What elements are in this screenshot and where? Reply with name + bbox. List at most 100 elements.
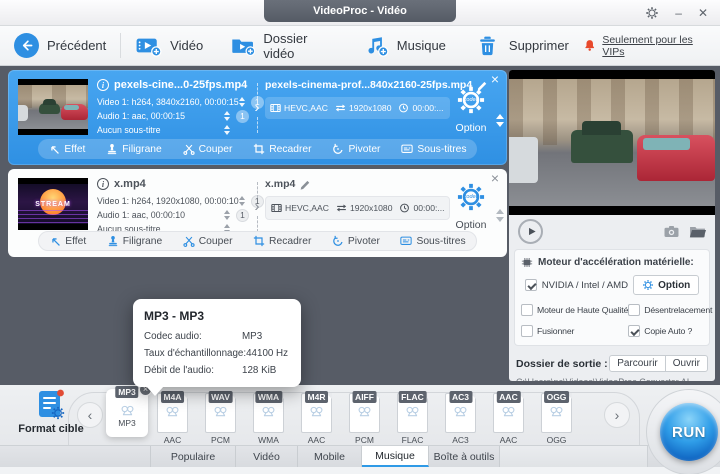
audio-track-stepper[interactable] xyxy=(224,111,230,121)
merge-checkbox[interactable] xyxy=(521,325,533,337)
rename-pencil-icon[interactable] xyxy=(300,179,311,190)
reel-icon xyxy=(405,406,420,417)
watermark-button[interactable]: Filigrane xyxy=(107,235,162,247)
format-card-m4a[interactable]: M4A AAC xyxy=(157,391,188,445)
rotate-icon xyxy=(332,235,344,247)
open-folder-icon[interactable] xyxy=(689,225,706,238)
tab-musique[interactable]: Musique xyxy=(362,446,429,467)
format-card-ac3[interactable]: AC3 AC3 xyxy=(445,391,476,445)
crop-button[interactable]: Recadrer xyxy=(253,143,312,155)
auto-copy-checkbox[interactable] xyxy=(628,325,641,337)
play-button[interactable] xyxy=(518,218,543,244)
browse-button[interactable]: Parcourir xyxy=(609,355,666,372)
effect-button[interactable]: Effet xyxy=(48,143,85,155)
rotate-icon xyxy=(332,143,344,155)
vip-link[interactable]: Seulement pour les VIPs xyxy=(583,34,720,58)
reorder-arrows[interactable] xyxy=(496,114,504,127)
reorder-arrows[interactable] xyxy=(496,209,504,222)
scissors-icon xyxy=(183,235,195,247)
tab-boite-a-outils[interactable]: Boîte à outils xyxy=(429,446,500,467)
bottom-strip xyxy=(0,467,720,474)
crop-button[interactable]: Recadrer xyxy=(253,235,311,247)
media-item-1[interactable]: × i pexels-cine...0-25fps.mp4 Video 1: h… xyxy=(8,70,507,165)
watermark-button[interactable]: Filigrane xyxy=(106,143,162,155)
rename-pencil-icon[interactable] xyxy=(477,80,488,91)
resize-icon xyxy=(336,203,347,213)
video-track-label: Video 1: h264, 3840x2160, 00:00:15 xyxy=(97,97,239,107)
subtitles-icon xyxy=(401,143,413,155)
category-tabs: Populaire Vidéo Mobile Musique Boîte à o… xyxy=(0,445,720,467)
snapshot-camera-icon[interactable] xyxy=(663,225,680,238)
effect-button[interactable]: Effet xyxy=(49,235,86,247)
cut-button[interactable]: Couper xyxy=(183,143,232,155)
deinterlace-option[interactable]: Désentrelacement xyxy=(628,304,712,316)
audio-track-count: 1 xyxy=(236,109,249,123)
info-icon[interactable]: i xyxy=(97,178,109,190)
subtitle-track-stepper[interactable] xyxy=(224,125,230,135)
video-thumbnail[interactable]: STREAM xyxy=(18,178,88,230)
cut-button[interactable]: Couper xyxy=(183,235,233,247)
add-video-folder-button[interactable]: Dossier vidéo xyxy=(217,26,348,65)
rotate-button[interactable]: Pivoter xyxy=(332,235,380,247)
video-track-stepper[interactable] xyxy=(238,97,245,107)
format-card-aiff[interactable]: AIFF PCM xyxy=(349,391,380,445)
minimize-button[interactable]: – xyxy=(675,7,682,19)
trash-icon xyxy=(474,35,501,57)
gpu-checkbox[interactable] xyxy=(524,279,537,291)
delete-button[interactable]: Supprimer xyxy=(460,26,583,65)
tooltip-title: MP3 - MP3 xyxy=(144,309,205,323)
open-button[interactable]: Ouvrir xyxy=(664,355,708,372)
video-add-icon xyxy=(135,35,162,57)
tooltip-pointer xyxy=(146,386,164,396)
format-card-m4r[interactable]: M4R AAC xyxy=(301,391,332,445)
tab-video[interactable]: Vidéo xyxy=(236,446,298,467)
format-doc-icon: AAC xyxy=(493,391,524,433)
format-card-mp3[interactable]: × MP3 MP3 xyxy=(106,385,152,437)
format-doc-icon: OGG xyxy=(541,391,572,433)
scroll-right-button[interactable]: › xyxy=(604,402,630,428)
add-music-button[interactable]: Musique xyxy=(348,26,460,65)
subtitles-button[interactable]: Sous-titres xyxy=(401,143,467,155)
video-track-label: Video 1: h264, 1920x1080, 00:00:10 xyxy=(97,196,239,206)
format-card-flac[interactable]: FLAC FLAC xyxy=(397,391,428,445)
scroll-left-button[interactable]: ‹ xyxy=(77,402,103,428)
deinterlace-checkbox[interactable] xyxy=(628,304,641,316)
high-quality-option[interactable]: Moteur de Haute Qualité xyxy=(521,304,628,316)
audio-track-stepper[interactable] xyxy=(224,210,230,220)
preview-frame xyxy=(509,79,715,206)
info-icon[interactable]: i xyxy=(97,79,109,91)
film-icon xyxy=(270,103,281,113)
run-button[interactable]: RUN xyxy=(660,403,718,461)
rotate-button[interactable]: Pivoter xyxy=(332,143,381,155)
tab-mobile[interactable]: Mobile xyxy=(298,446,362,467)
reel-icon xyxy=(357,406,372,417)
settings-gear-icon[interactable] xyxy=(645,6,659,20)
video-thumbnail[interactable] xyxy=(18,79,88,135)
format-card-ogg[interactable]: OGG OGG xyxy=(541,391,572,445)
format-card-aac[interactable]: AAC AAC xyxy=(493,391,524,445)
conversion-arrow: › xyxy=(249,83,265,133)
high-quality-checkbox[interactable] xyxy=(521,304,533,316)
media-item-2[interactable]: × STREAM i x.mp4 Video 1: h264, 1920x108… xyxy=(8,169,507,257)
tab-populaire[interactable]: Populaire xyxy=(150,446,236,467)
format-card-wav[interactable]: WAV PCM xyxy=(205,391,236,445)
codec-option-button[interactable]: codec Option xyxy=(445,181,497,231)
format-doc-icon: M4A xyxy=(157,391,188,433)
hardware-option-button[interactable]: Option xyxy=(633,275,700,295)
film-icon xyxy=(271,203,282,213)
source-filename: pexels-cine...0-25fps.mp4 xyxy=(114,79,248,91)
add-video-button[interactable]: Vidéo xyxy=(121,26,217,65)
subtitles-button[interactable]: Sous-titres xyxy=(400,235,466,247)
back-button[interactable]: Précédent xyxy=(0,26,120,65)
close-button[interactable]: ✕ xyxy=(698,7,708,19)
format-doc-icon: FLAC xyxy=(397,391,428,433)
music-add-icon xyxy=(362,35,389,57)
format-card-wma[interactable]: WMA WMA xyxy=(253,391,284,445)
video-track-stepper[interactable] xyxy=(238,196,245,206)
auto-copy-option[interactable]: Copie Auto ? xyxy=(628,325,712,337)
clock-icon xyxy=(398,103,409,113)
merge-option[interactable]: Fusionner xyxy=(521,325,628,337)
format-doc-icon: AIFF xyxy=(349,391,380,433)
codec-option-button[interactable]: codec Option xyxy=(445,84,497,134)
output-duration: 00:00:... xyxy=(412,103,444,113)
